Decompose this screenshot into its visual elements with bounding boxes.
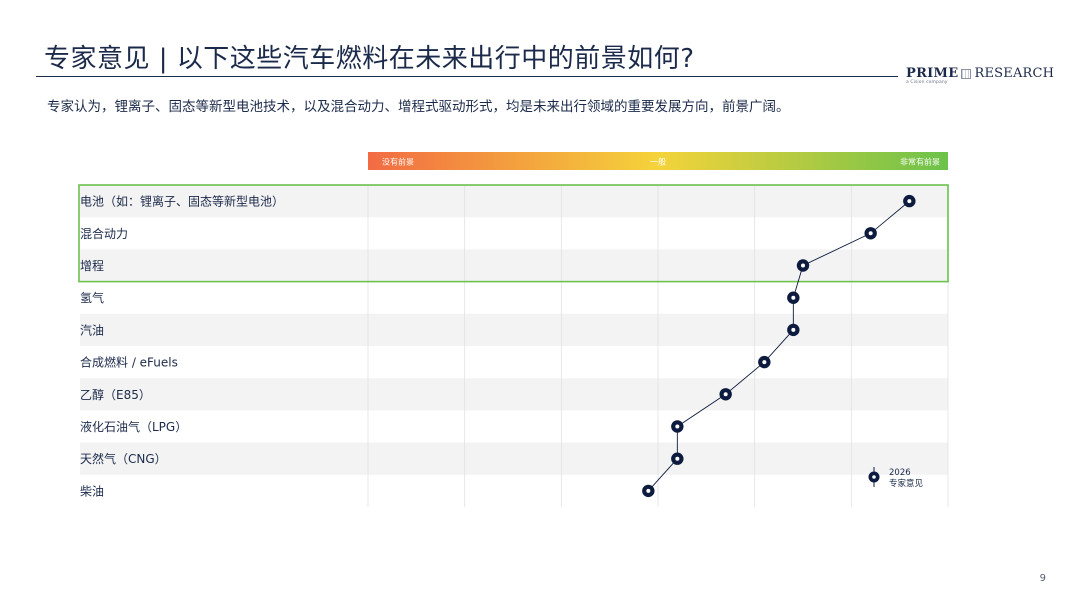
data-point-core bbox=[907, 199, 912, 204]
category-label: 增程 bbox=[80, 258, 104, 273]
data-point-core bbox=[675, 456, 680, 461]
data-point-core bbox=[791, 327, 796, 332]
category-label: 氢气 bbox=[80, 290, 104, 305]
scale-label-high: 非常有前景 bbox=[900, 157, 940, 167]
row-band bbox=[80, 249, 948, 282]
scale-label-mid: 一般 bbox=[650, 157, 666, 167]
data-point-core bbox=[723, 392, 728, 397]
legend-label-year: 2026 bbox=[889, 468, 911, 478]
row-band bbox=[80, 442, 948, 475]
row-band bbox=[80, 378, 948, 411]
data-point-core bbox=[801, 263, 805, 268]
category-label: 天然气（CNG） bbox=[80, 451, 167, 466]
category-label: 电池（如：锂离子、固态等新型电池） bbox=[80, 194, 284, 209]
row-band bbox=[80, 313, 948, 346]
category-label: 合成燃料 / eFuels bbox=[80, 355, 178, 370]
data-point-core bbox=[762, 360, 767, 365]
legend-marker-core bbox=[872, 475, 876, 479]
scale-label-low: 没有前景 bbox=[382, 157, 414, 167]
category-label: 汽油 bbox=[80, 322, 104, 337]
data-point-core bbox=[646, 488, 651, 493]
category-label: 乙醇（E85） bbox=[80, 387, 151, 402]
page-number: 9 bbox=[1039, 573, 1046, 584]
legend-label-series: 专家意见 bbox=[889, 478, 924, 489]
category-label: 液化石油气（LPG） bbox=[80, 419, 187, 434]
category-label: 柴油 bbox=[80, 484, 104, 498]
data-point-core bbox=[675, 424, 680, 429]
data-point-core bbox=[868, 231, 873, 236]
fuel-outlook-chart: 没有前景 一般 非常有前景 电池（如：锂离子、固态等新型电池） 混合动力增程氢气汽… bbox=[78, 152, 949, 507]
data-point-core bbox=[791, 295, 796, 300]
category-label: 混合动力 bbox=[80, 226, 128, 241]
